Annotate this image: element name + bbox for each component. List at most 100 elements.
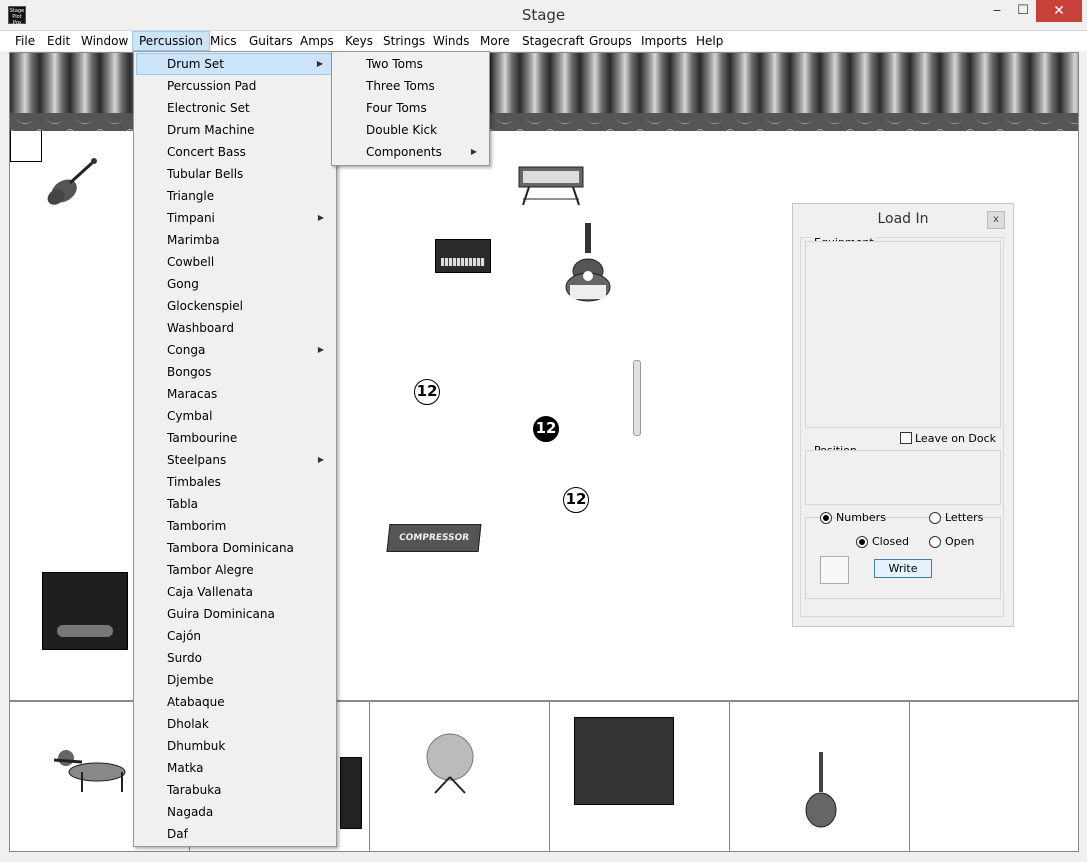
menu-item-matka[interactable]: Matka: [136, 757, 334, 779]
speaker-cabinet-icon[interactable]: [42, 572, 128, 650]
menu-item-dhumbuk[interactable]: Dhumbuk: [136, 735, 334, 757]
menu-item-dholak[interactable]: Dholak: [136, 713, 334, 735]
minimize-button[interactable]: ‒: [984, 0, 1010, 22]
menu-item-tabla[interactable]: Tabla: [136, 493, 334, 515]
menu-item-triangle[interactable]: Triangle: [136, 185, 334, 207]
menu-item-washboard[interactable]: Washboard: [136, 317, 334, 339]
letters-radio[interactable]: [929, 512, 941, 524]
menu-item-timbales[interactable]: Timbales: [136, 471, 334, 493]
menu-item-steelpans[interactable]: Steelpans ▶: [136, 449, 334, 471]
submenu-arrow-icon: ▶: [317, 213, 324, 222]
menu-item-marimba[interactable]: Marimba: [136, 229, 334, 251]
menu-item-glockenspiel[interactable]: Glockenspiel: [136, 295, 334, 317]
menu-winds[interactable]: Winds: [427, 31, 475, 51]
menu-item-percussion-pad[interactable]: Percussion Pad: [136, 75, 334, 97]
menu-stagecraft[interactable]: Stagecraft: [516, 31, 590, 51]
menu-guitars[interactable]: Guitars: [243, 31, 298, 51]
submenu-item-components[interactable]: Components ▶: [334, 141, 487, 163]
recorder-icon[interactable]: [633, 360, 641, 436]
menu-file[interactable]: File: [9, 31, 41, 51]
menu-item-label: Components: [366, 145, 442, 159]
submenu-arrow-icon: ▶: [316, 59, 323, 68]
panel-title: Load In: [877, 211, 929, 227]
percussion-dropdown-menu: Drum Set ▶ Percussion Pad Electronic Set …: [133, 51, 337, 847]
dock-slot[interactable]: [730, 702, 910, 851]
menu-item-concert-bass[interactable]: Concert Bass: [136, 141, 334, 163]
menu-item-caja-vallenata[interactable]: Caja Vallenata: [136, 581, 334, 603]
menu-item-cymbal[interactable]: Cymbal: [136, 405, 334, 427]
dock-slot[interactable]: [550, 702, 730, 851]
menu-help[interactable]: Help: [690, 31, 729, 51]
menu-item-tambora-dominicana[interactable]: Tambora Dominicana: [136, 537, 334, 559]
position-marker[interactable]: 12: [563, 487, 589, 513]
marker-preview-swatch[interactable]: [820, 556, 849, 584]
title-bar: Stage Plot Pro Stage ‒ ☐ ✕: [0, 0, 1087, 31]
menu-item-gong[interactable]: Gong: [136, 273, 334, 295]
menu-item-daf[interactable]: Daf: [136, 823, 334, 845]
menu-item-timpani[interactable]: Timpani ▶: [136, 207, 334, 229]
menu-item-conga[interactable]: Conga ▶: [136, 339, 334, 361]
dock-slot[interactable]: [910, 702, 1078, 851]
window-title: Stage: [521, 6, 566, 24]
numbers-radio[interactable]: [820, 512, 832, 524]
menu-item-electronic-set[interactable]: Electronic Set: [136, 97, 334, 119]
submenu-item-two-toms[interactable]: Two Toms: [334, 53, 487, 75]
mandolin-icon: [805, 752, 837, 828]
panel-close-button[interactable]: x: [987, 211, 1005, 229]
numbers-label: Numbers: [836, 511, 886, 524]
keyboard-amp-icon[interactable]: [435, 239, 491, 273]
menu-bar: File Edit Window Percussion Mics Guitars…: [0, 31, 1087, 51]
position-box[interactable]: [805, 450, 1001, 505]
menu-groups[interactable]: Groups: [583, 31, 638, 51]
menu-item-cowbell[interactable]: Cowbell: [136, 251, 334, 273]
menu-item-label: Steelpans: [167, 453, 227, 467]
menu-item-maracas[interactable]: Maracas: [136, 383, 334, 405]
menu-item-drum-set[interactable]: Drum Set ▶: [136, 53, 334, 75]
letters-label: Letters: [945, 511, 984, 524]
menu-percussion[interactable]: Percussion: [132, 31, 210, 51]
menu-item-tarabuka[interactable]: Tarabuka: [136, 779, 334, 801]
menu-edit[interactable]: Edit: [41, 31, 76, 51]
menu-window[interactable]: Window: [75, 31, 134, 51]
menu-imports[interactable]: Imports: [635, 31, 693, 51]
menu-more[interactable]: More: [474, 31, 516, 51]
submenu-arrow-icon: ▶: [317, 345, 324, 354]
menu-item-nagada[interactable]: Nagada: [136, 801, 334, 823]
menu-item-tambourine[interactable]: Tambourine: [136, 427, 334, 449]
close-button[interactable]: ✕: [1036, 0, 1082, 22]
menu-item-tubular-bells[interactable]: Tubular Bells: [136, 163, 334, 185]
menu-item-atabaque[interactable]: Atabaque: [136, 691, 334, 713]
menu-item-djembe[interactable]: Djembe: [136, 669, 334, 691]
menu-item-drum-machine[interactable]: Drum Machine: [136, 119, 334, 141]
equipment-list[interactable]: [805, 241, 1001, 428]
dock-slot[interactable]: [370, 702, 550, 851]
menu-mics[interactable]: Mics: [204, 31, 243, 51]
leave-on-dock-label: Leave on Dock: [915, 432, 997, 445]
maximize-button[interactable]: ☐: [1010, 0, 1036, 22]
position-marker-selected[interactable]: 12: [533, 416, 559, 442]
menu-item-tamborim[interactable]: Tamborim: [136, 515, 334, 537]
submenu-item-double-kick[interactable]: Double Kick: [334, 119, 487, 141]
menu-item-bongos[interactable]: Bongos: [136, 361, 334, 383]
drum-set-icon: [53, 750, 126, 792]
menu-amps[interactable]: Amps: [294, 31, 340, 51]
leave-on-dock-checkbox[interactable]: [900, 432, 912, 444]
menu-item-cajon[interactable]: Cajón: [136, 625, 334, 647]
drum-set-submenu: Two Toms Three Toms Four Toms Double Kic…: [331, 51, 490, 166]
acoustic-guitar-icon[interactable]: [560, 221, 616, 303]
menu-strings[interactable]: Strings: [377, 31, 431, 51]
submenu-item-four-toms[interactable]: Four Toms: [334, 97, 487, 119]
open-radio[interactable]: [929, 536, 941, 548]
submenu-item-three-toms[interactable]: Three Toms: [334, 75, 487, 97]
open-label: Open: [945, 535, 975, 548]
closed-radio[interactable]: [856, 536, 868, 548]
keyboard-stand-icon[interactable]: [515, 163, 587, 207]
write-button[interactable]: Write: [874, 559, 932, 578]
compressor-icon[interactable]: COMPRESSOR: [386, 524, 482, 552]
position-marker[interactable]: 12: [414, 379, 440, 405]
menu-item-surdo[interactable]: Surdo: [136, 647, 334, 669]
menu-keys[interactable]: Keys: [339, 31, 379, 51]
menu-item-guira-dominicana[interactable]: Guira Dominicana: [136, 603, 334, 625]
menu-item-tambor-alegre[interactable]: Tambor Alegre: [136, 559, 334, 581]
violin-icon[interactable]: [42, 153, 102, 213]
